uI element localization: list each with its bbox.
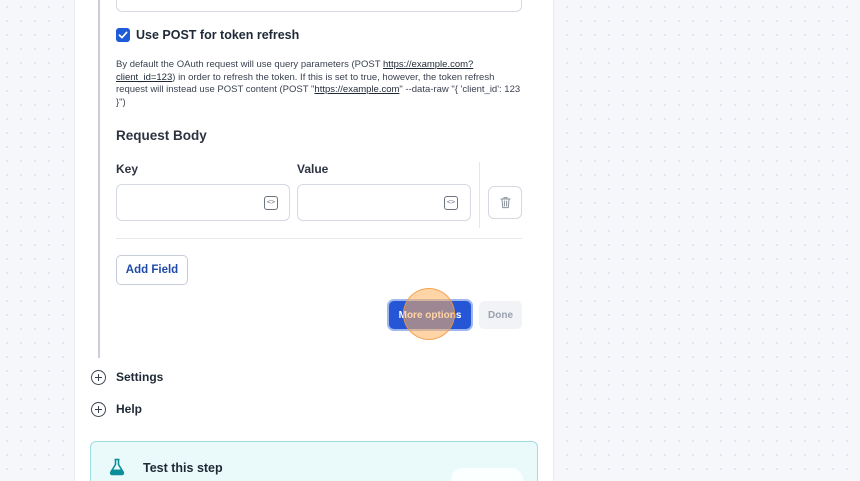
more-options-button[interactable]: More options <box>389 301 471 329</box>
trash-icon <box>500 197 511 209</box>
flask-icon <box>109 458 125 476</box>
plus-circle-icon <box>91 369 106 385</box>
value-label: Value <box>297 162 329 176</box>
code-icon[interactable]: <> <box>444 196 458 210</box>
code-icon[interactable]: <> <box>264 196 278 210</box>
request-body-title: Request Body <box>116 128 207 143</box>
help-section-toggle[interactable]: Help <box>91 399 142 419</box>
help-label: Help <box>116 402 143 416</box>
settings-label: Settings <box>116 370 164 384</box>
test-step-title: Test this step <box>143 461 223 475</box>
key-label: Key <box>116 162 139 176</box>
value-input[interactable]: <> <box>297 184 471 221</box>
timeline-line <box>98 0 100 358</box>
delete-row-button[interactable] <box>488 186 522 219</box>
example-post-link[interactable]: https://example.com <box>314 84 399 95</box>
divider <box>116 238 522 239</box>
settings-section-toggle[interactable]: Settings <box>91 367 163 387</box>
column-divider <box>479 162 480 228</box>
done-button[interactable]: Done <box>479 301 522 329</box>
use-post-checkbox[interactable] <box>116 28 130 42</box>
use-post-description: By default the OAuth request will use qu… <box>116 59 524 110</box>
add-field-button[interactable]: Add Field <box>116 255 188 285</box>
key-input[interactable]: <> <box>116 184 290 221</box>
previous-field-input[interactable] <box>116 0 522 12</box>
plus-circle-icon <box>91 401 106 417</box>
description-text: By default the OAuth request will use qu… <box>116 59 384 70</box>
test-step-button[interactable] <box>451 468 523 481</box>
use-post-label: Use POST for token refresh <box>136 28 300 42</box>
check-icon <box>118 31 128 39</box>
test-step-card: Test this step <box>90 441 538 481</box>
